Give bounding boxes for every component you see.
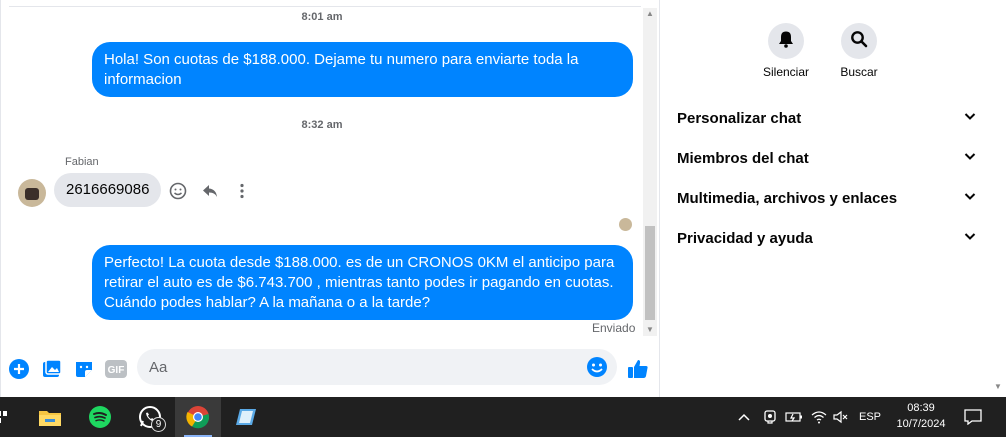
camera-icon[interactable]: [760, 397, 780, 437]
sticker-icon[interactable]: [73, 358, 95, 380]
task-view-icon[interactable]: [0, 397, 12, 437]
search-label: Buscar: [840, 65, 878, 79]
plus-icon[interactable]: [8, 358, 30, 380]
scroll-down-arrow-icon[interactable]: ▼: [643, 324, 657, 336]
more-options-icon[interactable]: [231, 180, 253, 202]
search-button[interactable]: [841, 23, 877, 59]
notification-badge: 9: [151, 417, 166, 432]
section-label: Privacidad y ayuda: [677, 229, 813, 247]
notes-app-icon[interactable]: [228, 397, 264, 437]
section-label: Personalizar chat: [677, 109, 802, 127]
section-chat-members[interactable]: Miembros del chat: [677, 146, 977, 170]
notifications-icon[interactable]: [962, 397, 984, 437]
section-label: Miembros del chat: [677, 149, 809, 167]
scroll-up-arrow-icon[interactable]: ▲: [643, 8, 657, 20]
clock-date: 10/7/2024: [896, 418, 946, 430]
chat-info-panel: Silenciar Buscar Personalizar chat Miemb…: [660, 0, 990, 397]
chevron-down-icon: [963, 229, 977, 247]
gallery-icon[interactable]: [41, 358, 63, 380]
chat-pane: 8:01 am Hola! Son cuotas de $188.000. De…: [0, 0, 660, 397]
outgoing-message[interactable]: Perfecto! La cuota desde $188.000. es de…: [92, 245, 633, 320]
avatar[interactable]: [18, 179, 46, 207]
message-list[interactable]: 8:01 am Hola! Son cuotas de $188.000. De…: [1, 0, 643, 340]
chat-scrollbar[interactable]: ▲ ▼: [643, 8, 657, 336]
volume-muted-icon[interactable]: [830, 397, 852, 437]
file-explorer-icon[interactable]: [32, 397, 68, 437]
chevron-down-icon: [963, 109, 977, 127]
sender-name: Fabian: [65, 156, 99, 168]
section-privacy-help[interactable]: Privacidad y ayuda: [677, 226, 977, 250]
mute-label: Silenciar: [762, 65, 810, 79]
like-icon[interactable]: [627, 358, 649, 380]
divider: [9, 6, 641, 7]
language-indicator[interactable]: ESP: [856, 397, 884, 437]
timestamp: 8:32 am: [301, 119, 343, 131]
message-input[interactable]: [137, 349, 617, 385]
react-icon[interactable]: [167, 180, 189, 202]
clock-time: 08:39: [907, 402, 935, 414]
messenger-window: 8:01 am Hola! Son cuotas de $188.000. De…: [0, 0, 1006, 397]
search-icon: [850, 30, 868, 53]
chevron-down-icon: [963, 149, 977, 167]
scroll-down-arrow-icon[interactable]: ▼: [994, 382, 1002, 391]
gif-icon[interactable]: GIF: [105, 358, 127, 380]
section-customize-chat[interactable]: Personalizar chat: [677, 106, 977, 130]
spotify-icon[interactable]: [82, 397, 118, 437]
chrome-icon[interactable]: [175, 397, 221, 437]
svg-text:GIF: GIF: [108, 365, 125, 376]
chevron-down-icon: [963, 189, 977, 207]
windows-taskbar: 9 ESP 08:39 10/7/2024: [0, 397, 1006, 437]
mute-button[interactable]: [768, 23, 804, 59]
whatsapp-icon[interactable]: 9: [132, 397, 168, 437]
message-status: Enviado: [592, 321, 636, 335]
scrollbar-thumb[interactable]: [645, 226, 655, 320]
outgoing-message[interactable]: Hola! Son cuotas de $188.000. Dejame tu …: [92, 42, 633, 97]
read-receipt-avatar: [619, 218, 632, 231]
incoming-message[interactable]: 2616669086: [54, 173, 162, 207]
timestamp: 8:01 am: [301, 11, 343, 23]
chevron-up-icon[interactable]: [734, 397, 754, 437]
composer: GIF: [1, 340, 661, 397]
battery-icon[interactable]: [783, 397, 805, 437]
emoji-icon[interactable]: [586, 356, 608, 378]
message-actions: [167, 180, 253, 202]
bell-icon: [777, 30, 795, 53]
wifi-icon[interactable]: [808, 397, 830, 437]
reply-icon[interactable]: [199, 180, 221, 202]
section-media-files-links[interactable]: Multimedia, archivos y enlaces: [677, 186, 977, 210]
panel-scrollbar[interactable]: ▼: [990, 0, 1006, 397]
system-clock[interactable]: 08:39 10/7/2024: [886, 400, 956, 432]
section-label: Multimedia, archivos y enlaces: [677, 189, 898, 207]
